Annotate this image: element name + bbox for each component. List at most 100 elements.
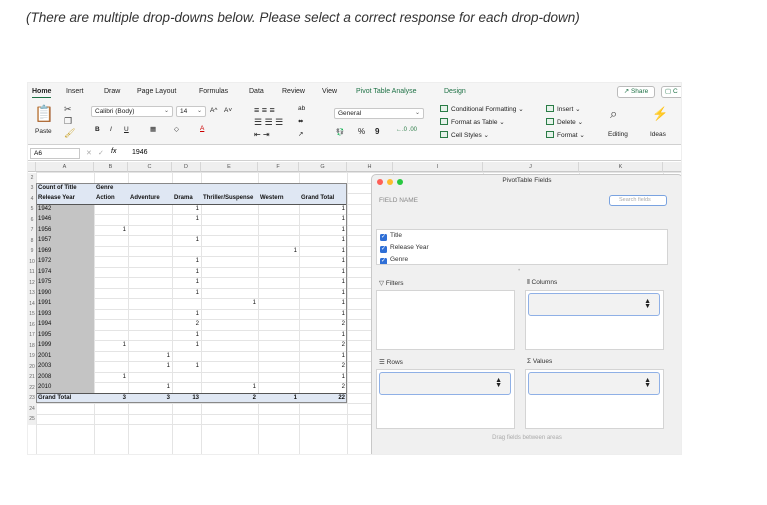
lightning-icon[interactable]: ⚡ bbox=[652, 106, 668, 122]
pivot-year-cell[interactable]: 1994 bbox=[36, 319, 94, 330]
pivot-value-cell[interactable] bbox=[258, 319, 299, 330]
pivot-value-cell[interactable] bbox=[94, 288, 128, 299]
tab-page-layout[interactable]: Page Layout bbox=[137, 88, 176, 95]
pivot-value-cell[interactable] bbox=[258, 267, 299, 278]
pivot-value-cell[interactable]: 1 bbox=[172, 309, 201, 320]
pivot-total-cell[interactable]: 1 bbox=[258, 393, 299, 404]
pivot-value-cell[interactable] bbox=[94, 351, 128, 362]
pivot-value-cell[interactable]: 2 bbox=[299, 361, 347, 372]
pivot-value-cell[interactable]: 1 bbox=[128, 382, 172, 393]
pivot-year-cell[interactable]: 1946 bbox=[36, 214, 94, 225]
row-header[interactable]: 15 bbox=[28, 309, 36, 320]
pivot-value-cell[interactable]: 1 bbox=[94, 225, 128, 236]
pivot-value-cell[interactable]: 1 bbox=[172, 235, 201, 246]
comments-button[interactable]: ▢ C bbox=[661, 86, 681, 98]
pivot-value-cell[interactable] bbox=[172, 298, 201, 309]
pivot-value-cell[interactable] bbox=[94, 330, 128, 341]
share-button[interactable]: ↗ Share bbox=[617, 86, 655, 98]
font-size-select[interactable]: 14 ⌄ bbox=[176, 106, 206, 117]
row-header[interactable]: 11 bbox=[28, 267, 36, 278]
column-header[interactable]: F bbox=[258, 162, 299, 172]
pivot-value-cell[interactable] bbox=[128, 288, 172, 299]
pivot-value-cell[interactable]: 1 bbox=[94, 340, 128, 351]
pivot-value-cell[interactable] bbox=[94, 298, 128, 309]
row-header[interactable]: 10 bbox=[28, 256, 36, 267]
row-header[interactable]: 3 bbox=[28, 183, 36, 194]
pivot-grand-total-label[interactable]: Grand Total bbox=[36, 393, 94, 404]
pivot-value-cell[interactable] bbox=[201, 340, 258, 351]
row-header[interactable]: 12 bbox=[28, 277, 36, 288]
pivot-value-cell[interactable]: 2 bbox=[299, 340, 347, 351]
pivot-value-cell[interactable] bbox=[258, 351, 299, 362]
pivot-value-cell[interactable]: 1 bbox=[172, 204, 201, 215]
row-header[interactable]: 2 bbox=[28, 172, 36, 183]
pivot-value-cell[interactable]: 1 bbox=[299, 256, 347, 267]
column-header[interactable]: E bbox=[201, 162, 258, 172]
pivot-total-cell[interactable]: 22 bbox=[299, 393, 347, 404]
pivot-value-cell[interactable] bbox=[94, 361, 128, 372]
pivot-value-cell[interactable] bbox=[128, 214, 172, 225]
search-fields-input[interactable]: Search fields bbox=[609, 195, 667, 206]
pivot-value-cell[interactable] bbox=[94, 319, 128, 330]
pivot-value-cell[interactable]: 1 bbox=[299, 288, 347, 299]
pivot-value-cell[interactable]: 1 bbox=[172, 267, 201, 278]
pivot-value-cell[interactable] bbox=[128, 267, 172, 278]
pivot-value-cell[interactable] bbox=[258, 204, 299, 215]
pivot-year-cell[interactable]: 1999 bbox=[36, 340, 94, 351]
pivot-value-cell[interactable]: 1 bbox=[172, 340, 201, 351]
row-header[interactable]: 9 bbox=[28, 246, 36, 257]
pivot-value-cell[interactable]: 1 bbox=[299, 204, 347, 215]
row-header[interactable]: 25 bbox=[28, 414, 36, 425]
pivot-value-cell[interactable]: 2 bbox=[172, 319, 201, 330]
pivot-value-cell[interactable]: 1 bbox=[299, 298, 347, 309]
pivot-value-cell[interactable] bbox=[258, 382, 299, 393]
pivot-value-cell[interactable] bbox=[94, 277, 128, 288]
grow-font-button[interactable]: A^ bbox=[210, 107, 217, 114]
column-header[interactable]: H bbox=[347, 162, 393, 172]
underline-button[interactable]: U bbox=[124, 126, 129, 133]
orientation-icon[interactable]: ↗ bbox=[298, 130, 303, 138]
pivot-year-cell[interactable]: 2010 bbox=[36, 382, 94, 393]
pivot-value-cell[interactable] bbox=[128, 372, 172, 383]
pivot-value-cell[interactable] bbox=[128, 340, 172, 351]
column-header[interactable]: A bbox=[36, 162, 94, 172]
pivot-value-cell[interactable]: 1 bbox=[94, 372, 128, 383]
pivot-value-cell[interactable]: 1 bbox=[299, 372, 347, 383]
pivot-value-cell[interactable] bbox=[172, 372, 201, 383]
pivot-year-cell[interactable]: 1972 bbox=[36, 256, 94, 267]
cell-styles-button[interactable]: Cell Styles ⌄ bbox=[440, 131, 489, 139]
conditional-formatting-button[interactable]: Conditional Formatting ⌄ bbox=[440, 105, 524, 113]
pivot-value-cell[interactable] bbox=[201, 214, 258, 225]
pivot-value-cell[interactable] bbox=[201, 277, 258, 288]
pivot-value-cell[interactable] bbox=[258, 214, 299, 225]
pivot-value-cell[interactable] bbox=[258, 235, 299, 246]
formula-input[interactable]: 1946 bbox=[132, 149, 148, 156]
column-header[interactable]: B bbox=[94, 162, 128, 172]
filters-area[interactable] bbox=[376, 290, 515, 350]
column-header[interactable]: L bbox=[663, 162, 681, 172]
pivot-value-cell[interactable]: 1 bbox=[172, 330, 201, 341]
row-header[interactable]: 13 bbox=[28, 288, 36, 299]
tab-pivot-analyse[interactable]: Pivot Table Analyse bbox=[356, 88, 417, 95]
column-header[interactable]: I bbox=[393, 162, 483, 172]
pivot-value-cell[interactable]: 1 bbox=[299, 330, 347, 341]
pivot-value-cell[interactable]: 1 bbox=[299, 277, 347, 288]
pivot-column-header[interactable]: Action bbox=[94, 193, 128, 204]
pivot-year-cell[interactable]: 1942 bbox=[36, 204, 94, 215]
field-title[interactable]: ✓ Title bbox=[380, 232, 402, 241]
percent-button[interactable]: % bbox=[358, 127, 365, 136]
row-header[interactable]: 21 bbox=[28, 372, 36, 383]
pivot-value-cell[interactable]: 2 bbox=[299, 319, 347, 330]
pivot-value-cell[interactable] bbox=[201, 235, 258, 246]
pivot-year-cell[interactable]: 1993 bbox=[36, 309, 94, 320]
pivot-year-cell[interactable]: 1991 bbox=[36, 298, 94, 309]
pivot-value-cell[interactable]: 1 bbox=[299, 309, 347, 320]
pivot-value-cell[interactable]: 1 bbox=[299, 246, 347, 257]
row-header[interactable]: 14 bbox=[28, 298, 36, 309]
field-genre[interactable]: ✓ Genre bbox=[380, 256, 408, 264]
rows-dropdown[interactable]: ▲ ▼ bbox=[379, 372, 511, 395]
pivot-genre-filter[interactable]: Genre bbox=[94, 183, 128, 194]
pivot-value-cell[interactable] bbox=[94, 256, 128, 267]
row-header[interactable]: 19 bbox=[28, 351, 36, 362]
pivot-value-cell[interactable] bbox=[94, 235, 128, 246]
